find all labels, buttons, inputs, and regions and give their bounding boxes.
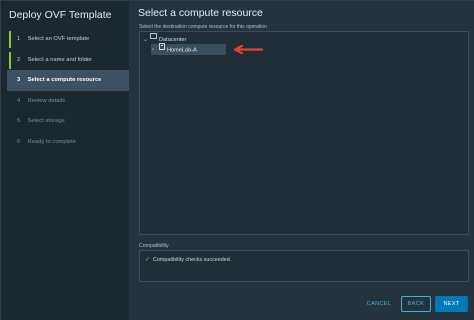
page-title: Select a compute resource bbox=[138, 7, 263, 19]
step-label: Ready to complete bbox=[27, 138, 76, 145]
chevron-right-icon[interactable]: › bbox=[152, 45, 159, 56]
step-select-storage: 5 Select storage bbox=[9, 111, 129, 132]
step-number: 5 bbox=[17, 118, 21, 124]
host-icon bbox=[159, 43, 165, 56]
step-label: Review details bbox=[27, 97, 65, 104]
next-button[interactable]: NEXT bbox=[435, 296, 468, 312]
step-label: Select a name and folder bbox=[27, 56, 93, 63]
step-number: 4 bbox=[17, 97, 21, 104]
step-complete-indicator bbox=[9, 31, 11, 48]
wizard-steps-panel: Deploy OVF Template 1 Select an OVF temp… bbox=[0, 0, 129, 320]
step-ready-to-complete: 6 Ready to complete bbox=[9, 132, 129, 153]
step-number: 3 bbox=[17, 77, 21, 83]
main-panel: Select a compute resource Select the des… bbox=[129, 0, 474, 320]
back-button[interactable]: BACK bbox=[401, 296, 431, 312]
step-number: 2 bbox=[17, 56, 21, 63]
compute-resource-tree[interactable]: ⌄ Datacenter › HomeLab-A bbox=[139, 31, 469, 235]
compatibility-message: ✓ Compatibility checks succeeded. bbox=[145, 256, 231, 263]
annotation-arrow-icon bbox=[233, 45, 263, 54]
tree-node-homelab-a[interactable]: › HomeLab-A bbox=[151, 43, 226, 56]
step-select-ovf-template[interactable]: 1 Select an OVF template bbox=[9, 29, 129, 50]
tree-node-label: HomeLab-A bbox=[167, 47, 197, 54]
step-select-name-folder[interactable]: 2 Select a name and folder bbox=[9, 50, 129, 71]
step-number: 6 bbox=[17, 138, 21, 145]
cancel-button[interactable]: CANCEL bbox=[363, 296, 395, 312]
step-label: Select an OVF template bbox=[27, 36, 90, 42]
deploy-ovf-wizard: Deploy OVF Template 1 Select an OVF temp… bbox=[0, 0, 474, 320]
step-label: Select a compute resource bbox=[27, 77, 102, 83]
step-list: 1 Select an OVF template 2 Select a name… bbox=[7, 29, 129, 153]
step-select-compute-resource[interactable]: 3 Select a compute resource bbox=[7, 70, 129, 91]
step-label: Select storage bbox=[27, 118, 65, 124]
page-subtitle: Select the destination compute resource … bbox=[139, 24, 267, 30]
checkmark-icon: ✓ bbox=[145, 257, 151, 263]
step-complete-indicator bbox=[9, 51, 11, 69]
step-number: 1 bbox=[17, 36, 21, 42]
compatibility-panel: ✓ Compatibility checks succeeded. bbox=[139, 250, 469, 282]
step-review-details: 4 Review details bbox=[9, 91, 129, 112]
compatibility-text: Compatibility checks succeeded. bbox=[153, 257, 232, 263]
chevron-down-icon[interactable]: ⌄ bbox=[143, 35, 150, 46]
wizard-title: Deploy OVF Template bbox=[9, 9, 112, 21]
compatibility-label: Compatibility bbox=[139, 243, 169, 249]
